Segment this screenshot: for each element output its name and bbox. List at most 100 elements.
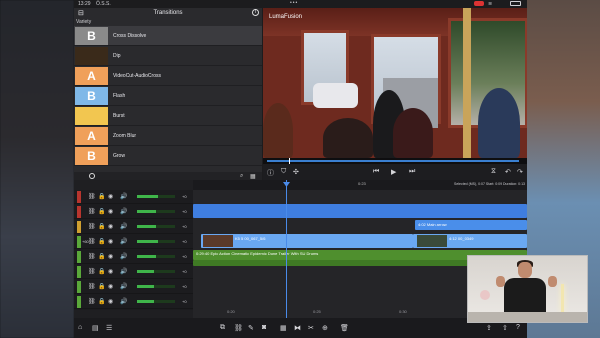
list-icon[interactable]: ☰ [106,324,112,332]
lock-icon[interactable]: 🔒 [98,223,105,230]
redo-icon[interactable]: ↷ [517,168,523,176]
track-header[interactable]: +60 ⛓ 🔒 ◉ 🔊 +0 [74,235,193,249]
track-volume-meter[interactable] [137,195,175,198]
lock-icon[interactable]: 🔒 [98,238,105,245]
track-volume-meter[interactable] [137,285,175,288]
add-icon[interactable]: ⊕ [322,324,328,332]
playback-speed-icon[interactable]: ⧖ [491,168,496,176]
share-icon[interactable]: ⇧ [502,324,508,332]
link-icon[interactable]: ⛓ [234,324,243,332]
eye-icon[interactable]: ◉ [108,298,113,305]
track-volume-meter[interactable] [137,270,175,273]
cut-icon[interactable]: ✂ [308,324,314,332]
tick-label: 0:30 [399,309,407,314]
eye-icon[interactable]: ◉ [108,208,113,215]
selection-info: Selected (MS), 0:07 Start: 0:09 Duration… [453,182,525,186]
lock-icon[interactable]: 🔒 [98,253,105,260]
speaker-icon[interactable]: 🔊 [120,223,127,230]
eye-icon[interactable]: ◉ [108,268,113,275]
transition-item[interactable]: B Grow [74,146,262,166]
track-volume-meter[interactable] [137,210,175,213]
link-icon[interactable]: ⛓ [88,208,96,215]
link-icon[interactable]: ⛓ [88,253,96,260]
speaker-icon[interactable]: 🔊 [120,253,127,260]
track-volume-meter[interactable] [137,225,175,228]
track-volume-meter[interactable] [137,240,175,243]
grid-icon[interactable]: ▦ [280,324,287,332]
transition-item[interactable]: B Flash [74,86,262,106]
lock-icon[interactable]: 🔒 [98,268,105,275]
crop-icon[interactable]: ⧉ [220,324,225,332]
undo-icon[interactable]: ↶ [505,168,511,176]
lock-icon[interactable]: 🔒 [98,298,105,305]
speaker-icon[interactable]: 🔊 [120,208,127,215]
speaker-icon[interactable]: 🔊 [120,193,127,200]
track-header[interactable]: ⛓ 🔒 ◉ 🔊 +0 [74,190,193,204]
link-icon[interactable]: ⛓ [88,283,96,290]
transition-item[interactable]: A VideoCut-AudioCross [74,66,262,86]
eye-icon[interactable]: ◉ [108,283,113,290]
track-header[interactable]: ⛓ 🔒 ◉ 🔊 +0 [74,220,193,234]
track-header[interactable]: ⛓ 🔒 ◉ 🔊 +0 [74,295,193,309]
track-header[interactable]: ⛓ 🔒 ◉ 🔊 +0 [74,265,193,279]
play-icon[interactable]: ▶ [391,168,396,176]
transition-item[interactable]: B Cross Dissolve [74,26,262,46]
track-volume-meter[interactable] [137,255,175,258]
link-icon[interactable]: ⛓ [88,298,96,305]
transition-item[interactable]: Burst [74,106,262,126]
help-icon[interactable]: ? [516,324,520,331]
link-icon[interactable]: ⛓ [88,193,96,200]
lock-icon[interactable]: 🔒 [98,208,105,215]
lock-icon[interactable]: 🔒 [98,193,105,200]
speaker-icon[interactable]: 🔊 [120,298,127,305]
track-header[interactable]: ⛓ 🔒 ◉ 🔊 +0 [74,205,193,219]
transitions-header: ⊟ Transitions i [74,8,262,18]
track-volume-meter[interactable] [137,300,175,303]
video-frame: LumaFusion [263,8,527,158]
track-color-tag [77,251,81,263]
record-button[interactable] [89,173,95,179]
delete-icon[interactable]: 🗑 [340,324,349,332]
timeline-ruler[interactable]: 0:23 Selected (MS), 0:07 Start: 0:09 Dur… [193,180,527,190]
video-clip-b[interactable]: 4:12 00_0349 [413,234,527,248]
eye-icon[interactable]: ◉ [108,238,113,245]
transitions-title: Transitions [153,10,183,16]
background-left [0,0,74,338]
multitask-dots-icon[interactable]: ••• [290,0,298,6]
edit-icon[interactable]: ✎ [248,324,254,332]
layers-icon[interactable]: ▤ [92,324,99,332]
track-header[interactable]: ⛓ 🔒 ◉ 🔊 +0 [74,280,193,294]
adjust-icon[interactable]: ✣ [293,168,299,176]
info-icon[interactable]: ⓘ [267,168,274,178]
camera-icon[interactable]: ◙ [262,324,266,331]
status-time: 13:29 [78,1,91,7]
eye-icon[interactable]: ◉ [108,223,113,230]
search-icon[interactable]: ⌕ [240,173,243,180]
playhead[interactable] [286,180,287,318]
speaker-icon[interactable]: 🔊 [120,268,127,275]
presenter-video [467,255,588,323]
preview-viewer[interactable]: LumaFusion [263,8,527,164]
split-icon[interactable]: ⧓ [294,324,301,332]
video-clip-a[interactable]: K5 5 00_067_5/6 [201,234,413,248]
skip-forward-icon[interactable]: ⏭ [409,168,415,176]
skip-back-icon[interactable]: ⏮ [373,168,379,176]
lock-icon[interactable]: 🔒 [98,283,105,290]
title-clip-lane[interactable] [193,204,527,218]
speaker-icon[interactable]: 🔊 [120,283,127,290]
library-icon[interactable]: ⌂ [78,324,82,331]
link-icon[interactable]: ⛓ [88,238,96,245]
eye-icon[interactable]: ◉ [108,193,113,200]
transition-item[interactable]: Dip [74,46,262,66]
title-clip[interactable]: 4:02 Main arrow [415,220,527,230]
eye-icon[interactable]: ◉ [108,253,113,260]
link-icon[interactable]: ⛓ [88,223,96,230]
marker-icon[interactable]: ⛉ [281,168,286,176]
info-icon[interactable]: i [252,9,259,16]
export-icon[interactable]: ⇪ [486,324,492,332]
speaker-icon[interactable]: 🔊 [120,238,127,245]
link-icon[interactable]: ⛓ [88,268,96,275]
track-header[interactable]: ⛓ 🔒 ◉ 🔊 +0 [74,250,193,264]
transition-item[interactable]: A Zoom Blur [74,126,262,146]
grid-icon[interactable]: ▦ [250,173,256,180]
